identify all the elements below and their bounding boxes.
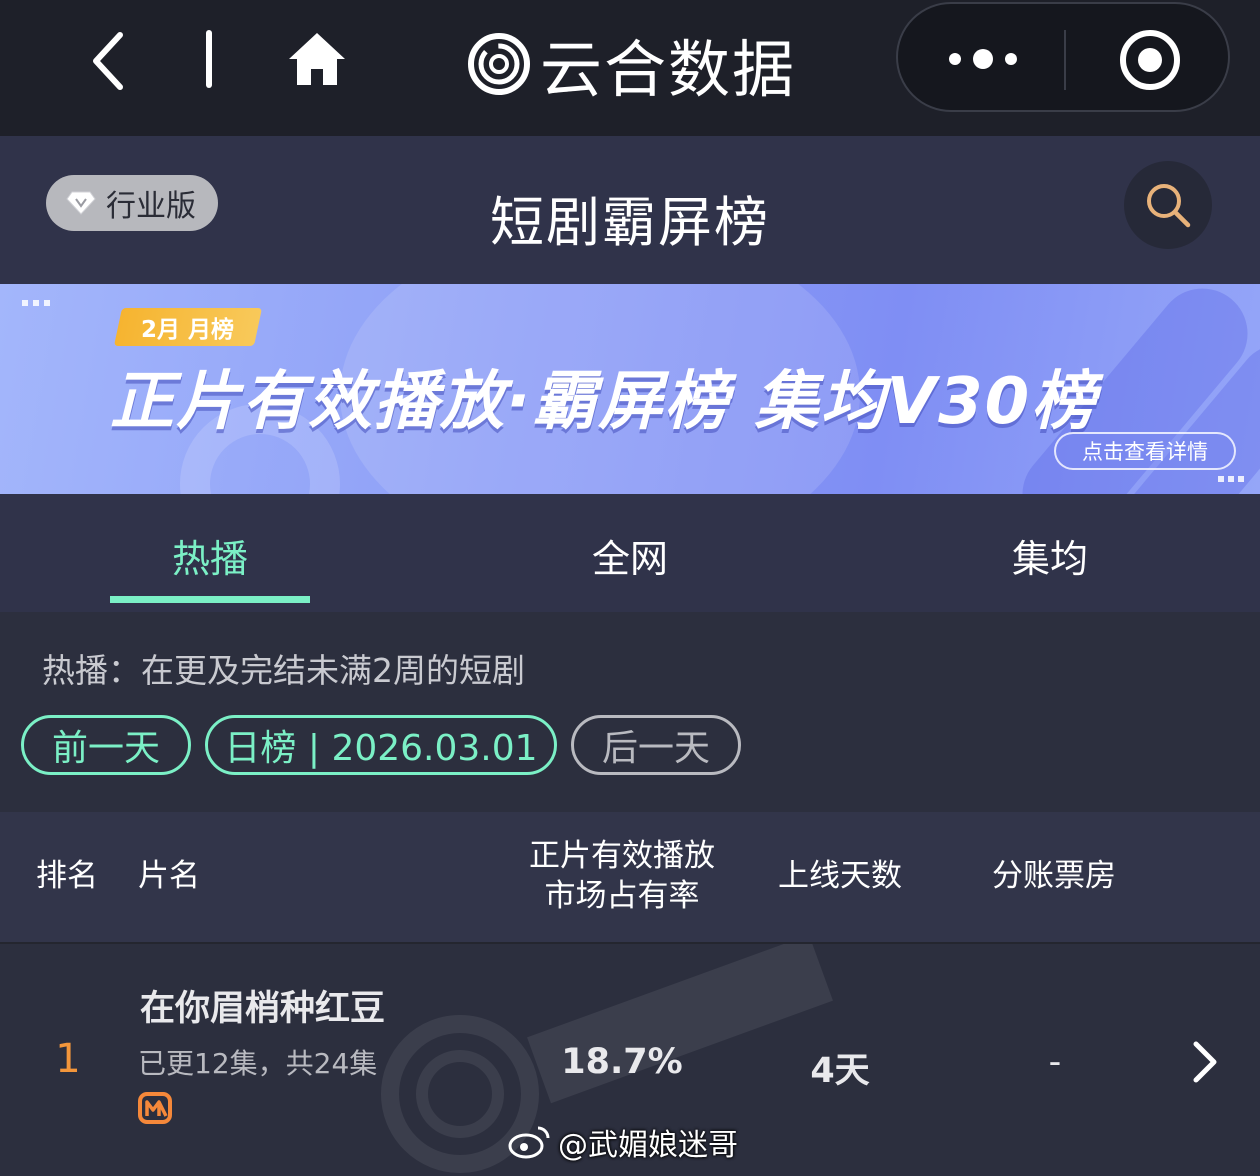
banner-dots	[22, 300, 50, 306]
home-icon	[289, 33, 345, 85]
page-header: 行业版 短剧霸屏榜	[0, 136, 1260, 284]
tab-all-network[interactable]: 全网	[530, 528, 730, 583]
more-dot-center	[973, 49, 993, 69]
rank-number: 1	[55, 1036, 81, 1082]
header-share-line2: 市场占有率	[544, 878, 700, 914]
box-office-value: -	[1048, 1042, 1062, 1082]
header-box-office: 分账票房	[992, 858, 1116, 894]
date-filter: 热播：在更及完结未满2周的短剧 前一天 日榜 | 2026.03.01 后一天	[0, 612, 1260, 812]
market-share-value: 18.7%	[561, 1042, 683, 1082]
table-row[interactable]: 1 在你眉梢种红豆 已更12集，共24集 18.7% 4天 - @武媚娘迷哥	[0, 944, 1260, 1176]
chevron-right-icon[interactable]	[1186, 1040, 1222, 1084]
episode-progress: 已更12集，共24集	[138, 1047, 378, 1080]
prev-day-button[interactable]: 前一天	[21, 715, 191, 775]
more-dot-right	[1005, 53, 1017, 65]
header-share-line1: 正片有效播放	[529, 838, 715, 874]
tab-bar: 热播 全网 集均	[0, 494, 1260, 612]
ranking-banner[interactable]: 2月 月榜 正片有效播放·霸屏榜 集均V30榜 点击查看详情	[0, 284, 1260, 494]
next-day-button[interactable]: 后一天	[571, 715, 741, 775]
app-brand: 云合数据	[468, 22, 796, 106]
banner-detail-button[interactable]: 点击查看详情	[1054, 432, 1236, 470]
weibo-watermark: @武媚娘迷哥	[508, 1120, 738, 1164]
back-icon	[93, 32, 123, 90]
capsule-menu	[896, 2, 1230, 112]
banner-tag: 2月 月榜	[113, 308, 263, 346]
weibo-icon	[508, 1126, 550, 1159]
date-selector[interactable]: 日榜 | 2026.03.01	[205, 715, 557, 775]
header-rank: 排名	[36, 858, 98, 894]
weibo-handle: @武媚娘迷哥	[558, 1128, 738, 1163]
search-button[interactable]	[1124, 161, 1212, 249]
drama-title: 在你眉梢种红豆	[140, 989, 386, 1029]
capsule-divider	[1064, 30, 1066, 90]
search-icon	[1147, 184, 1191, 228]
tab-hot[interactable]: 热播	[110, 528, 310, 583]
table-header: 排名 片名 正片有效播放 市场占有率 上线天数 分账票房	[0, 812, 1260, 944]
yunhe-logo-icon	[468, 33, 530, 95]
close-button[interactable]	[1118, 28, 1182, 92]
banner-headline: 正片有效播放·霸屏榜 集均V30榜	[110, 365, 1098, 439]
filter-description: 热播：在更及完结未满2周的短剧	[42, 651, 525, 690]
header-days: 上线天数	[778, 858, 902, 894]
online-days-value: 4天	[810, 1051, 870, 1091]
banner-tag-label: 2月 月榜	[141, 317, 235, 343]
close-target-icon	[1120, 30, 1180, 90]
more-dots-icon	[949, 53, 961, 65]
banner-dots	[1218, 476, 1244, 482]
app-title: 云合数据	[540, 33, 797, 106]
tab-per-episode[interactable]: 集均	[950, 528, 1150, 583]
more-button[interactable]	[928, 24, 1038, 94]
tab-active-indicator	[110, 596, 310, 603]
page-title: 短剧霸屏榜	[490, 191, 770, 254]
mango-tv-icon	[138, 1092, 172, 1124]
nav-divider	[206, 30, 212, 88]
mini-program-nav-bar: 云合数据	[0, 0, 1260, 136]
header-name: 片名	[138, 858, 200, 894]
home-button[interactable]	[282, 26, 352, 92]
back-button[interactable]	[78, 26, 138, 96]
